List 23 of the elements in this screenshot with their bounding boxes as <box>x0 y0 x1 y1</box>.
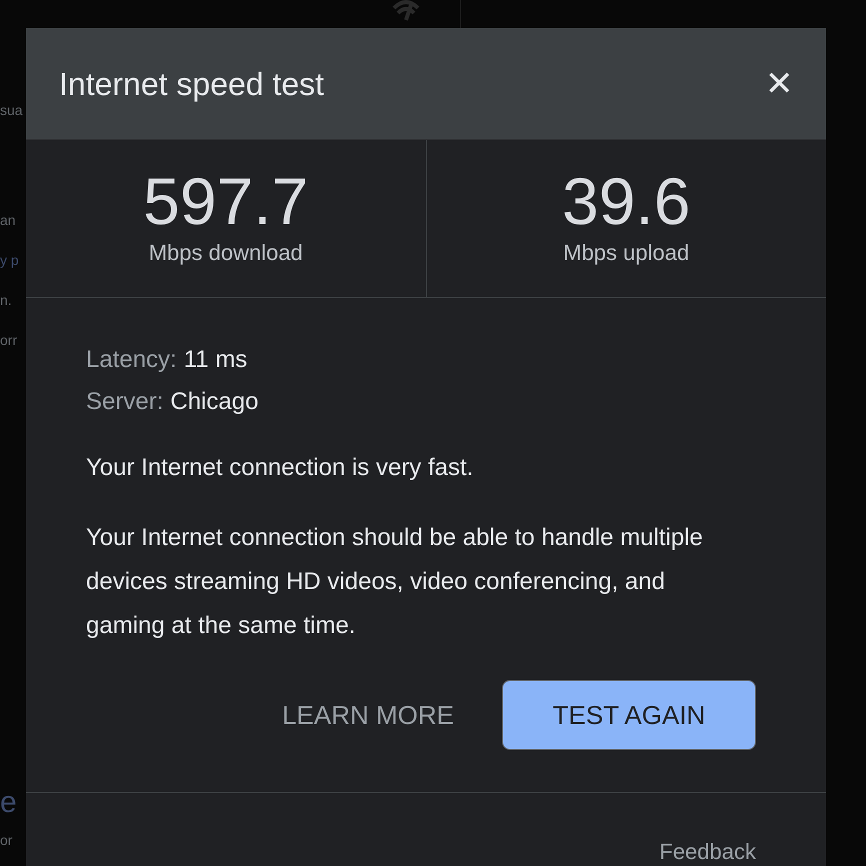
detail-label: Server: <box>86 387 164 417</box>
dialog-title: Internet speed test <box>59 64 324 104</box>
speed-label: Mbps download <box>148 239 303 267</box>
speed-value: 39.6 <box>562 168 690 234</box>
background-text: orr <box>0 331 18 350</box>
summary-text: Your Internet connection is very fast. <box>86 453 474 483</box>
background-text: an <box>0 211 16 230</box>
background-text: n. <box>0 291 12 310</box>
speed-label: Mbps upload <box>563 239 690 267</box>
background-text: e <box>0 785 17 821</box>
description-text: Your Internet connection should be able to handle multiple devices streaming HD videos, video conferencing, and gaming at the same time. <box>86 523 704 641</box>
learn-more-button[interactable]: LEARN MORE <box>282 680 454 750</box>
background-text: sua <box>0 101 23 120</box>
feedback-link[interactable]: Feedback <box>659 835 756 866</box>
wifi-icon <box>392 0 420 22</box>
detail-value: Chicago <box>170 387 258 417</box>
background-text: y p <box>0 251 19 270</box>
close-button[interactable]: ✕ <box>765 66 793 100</box>
detail-label: Latency: <box>86 345 177 375</box>
speed-value: 597.7 <box>143 168 308 234</box>
background-text: or <box>0 831 12 850</box>
test-again-button[interactable]: TEST AGAIN <box>502 680 756 750</box>
detail-value: 11 ms <box>184 345 248 375</box>
